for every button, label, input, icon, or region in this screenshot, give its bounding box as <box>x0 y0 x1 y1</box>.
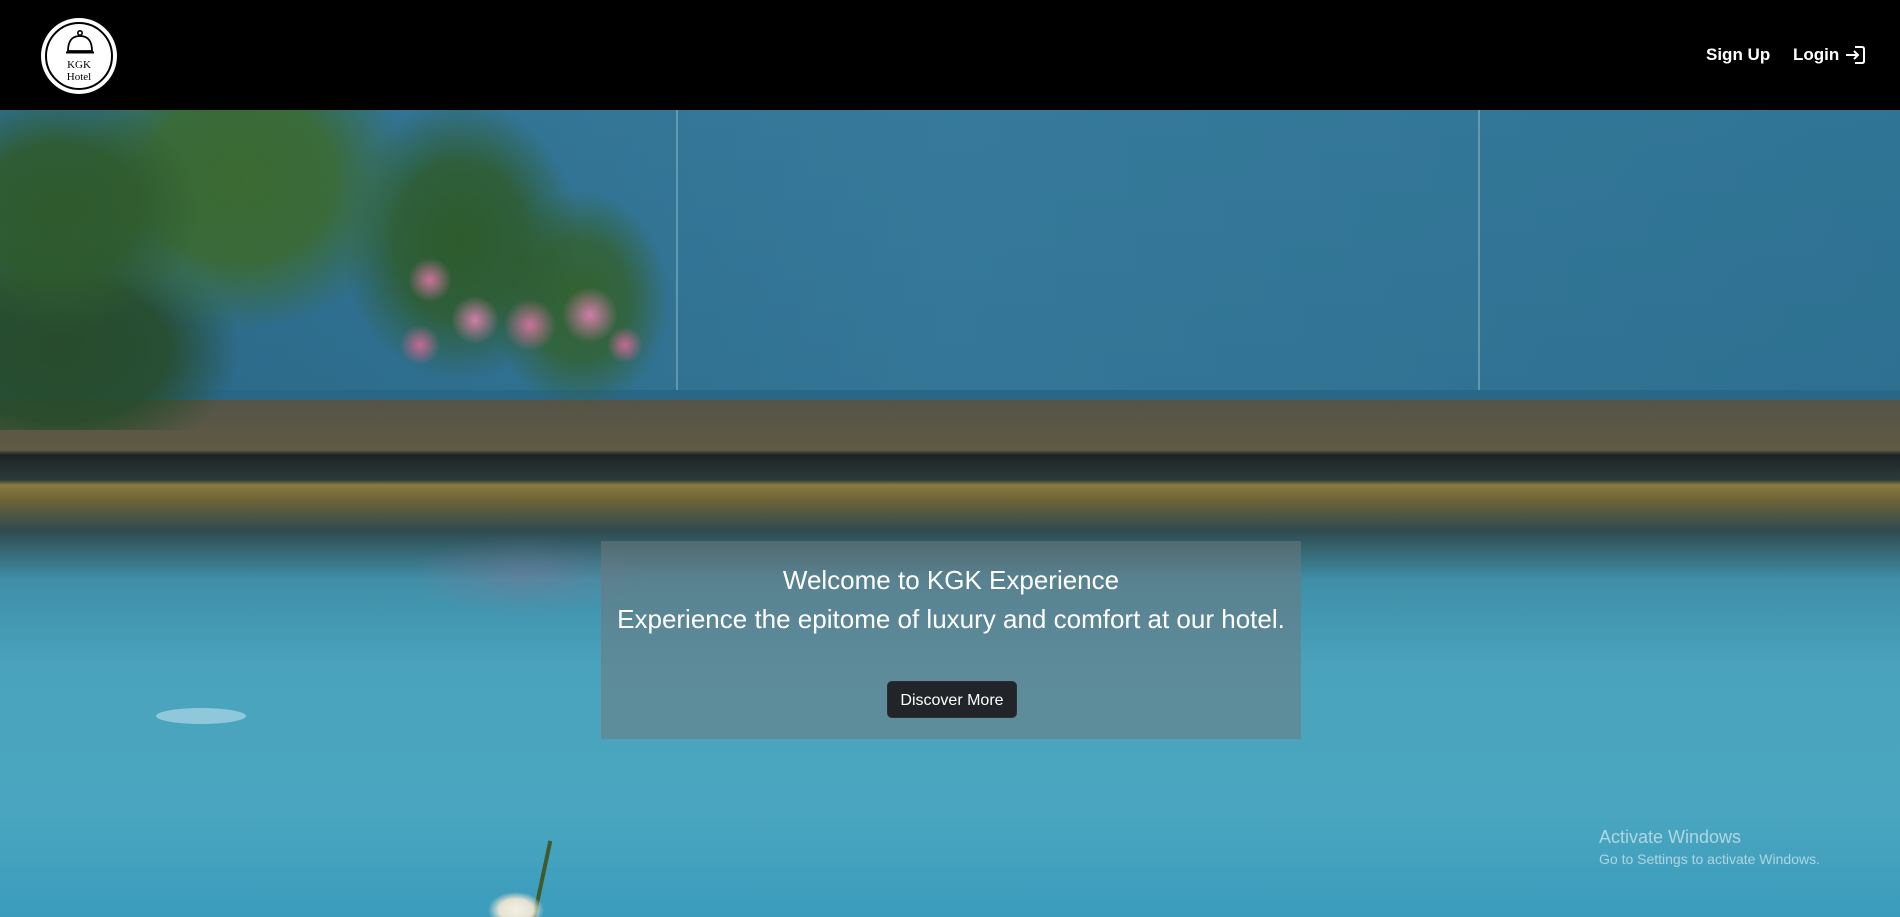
hero-welcome-card: Welcome to KGK Experience Experience the… <box>601 541 1301 739</box>
cloche-icon <box>66 29 94 54</box>
hero-floating-leaf <box>156 708 246 724</box>
login-link[interactable]: Login <box>1793 44 1839 66</box>
windows-activation-watermark: Activate Windows Go to Settings to activ… <box>1599 826 1820 868</box>
logo-text-hotel: Hotel <box>66 71 92 83</box>
hero-white-flower <box>486 888 546 917</box>
hotel-logo[interactable]: KGK Hotel <box>41 18 117 94</box>
hero-title: Welcome to KGK Experience <box>782 565 1120 595</box>
hero-subtitle: Experience the epitome of luxury and com… <box>617 604 1285 634</box>
navbar: KGK Hotel Sign Up Login <box>0 0 1900 110</box>
logo-text-kgk: KGK <box>67 59 91 71</box>
hero-section <box>0 110 1900 917</box>
watermark-title: Activate Windows <box>1599 827 1742 847</box>
glass-panel-edge <box>1478 110 1480 390</box>
hero-pink-flowers <box>380 250 660 380</box>
watermark-subtitle: Go to Settings to activate Windows. <box>1599 851 1820 867</box>
logo-badge: KGK Hotel <box>45 22 113 90</box>
signup-link[interactable]: Sign Up <box>1706 44 1770 66</box>
login-arrow-icon[interactable] <box>1844 44 1866 66</box>
discover-more-button[interactable]: Discover More <box>887 681 1017 718</box>
